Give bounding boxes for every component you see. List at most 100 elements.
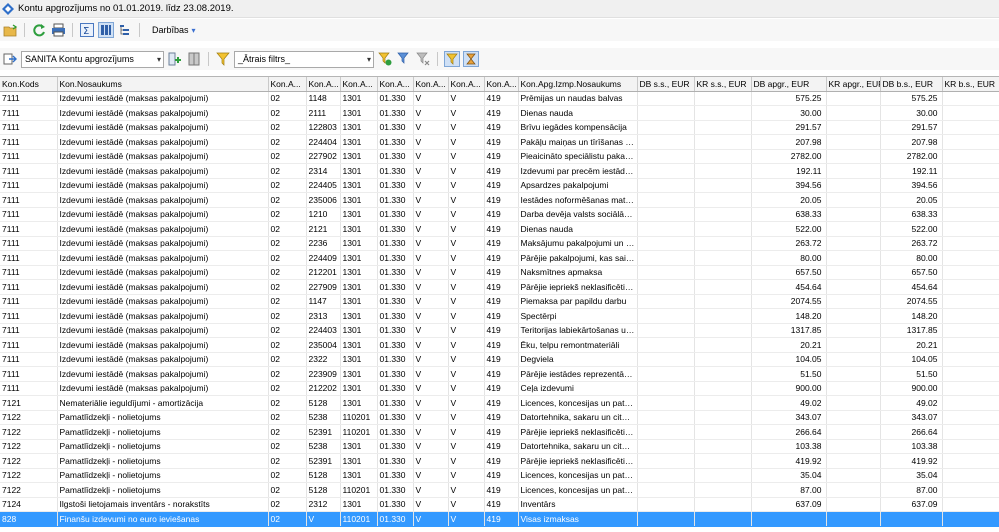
table-cell: 828: [0, 511, 58, 527]
hourglass-icon[interactable]: [463, 51, 479, 67]
table-cell: Ilgstoši lietojamais inventārs - norakst…: [57, 497, 269, 512]
table-cell: [637, 323, 695, 338]
table-cell: Brīvu iegādes kompensācija: [518, 120, 638, 135]
table-row[interactable]: 7122 Pamatlīdzekļi - nolietojums 02 52391 11…: [0, 424, 999, 440]
account-turnover-table: Kon.Kods Kon.Nosaukums Kon.A... Kon.A... Kon…: [0, 77, 999, 527]
table-cell: [826, 149, 881, 164]
columns-icon[interactable]: [98, 22, 114, 38]
column-header[interactable]: Kon.A...: [377, 77, 414, 92]
table-row[interactable]: 7121 Nemateriālie ieguldījumi - amortizāc…: [0, 395, 999, 411]
table-row[interactable]: 7111 Izdevumi iestādē (maksas pakalpojumi…: [0, 221, 999, 237]
table-cell: [694, 221, 752, 237]
report-arrow-icon[interactable]: [2, 51, 18, 67]
table-row[interactable]: 7111 Izdevumi iestādē (maksas pakalpojumi…: [0, 207, 999, 222]
column-header[interactable]: Kon.Apg.Izmp.Nosaukums: [518, 77, 638, 92]
column-header[interactable]: Kon.A...: [340, 77, 378, 92]
filter-edit-icon[interactable]: [396, 51, 412, 67]
table-cell: [826, 453, 881, 469]
table-cell: [942, 453, 999, 469]
table-row[interactable]: 7122 Pamatlīdzekļi - nolietojums 02 5128 130…: [0, 468, 999, 483]
table-cell: 5238: [306, 410, 341, 425]
column-header[interactable]: Kon.A...: [413, 77, 449, 92]
column-header[interactable]: KR s.s., EUR: [694, 77, 752, 92]
table-row[interactable]: 7111 Izdevumi iestādē (maksas pakalpojumi…: [0, 149, 999, 164]
table-row[interactable]: 7111 Izdevumi iestādē (maksas pakalpojumi…: [0, 134, 999, 150]
table-row[interactable]: 7111 Izdevumi iestādē (maksas pakalpojumi…: [0, 308, 999, 324]
table-row[interactable]: 7122 Pamatlīdzekļi - nolietojums 02 5238 110…: [0, 410, 999, 425]
table-cell: 02: [268, 192, 307, 208]
table-row[interactable]: 7122 Pamatlīdzekļi - nolietojums 02 5238 130…: [0, 439, 999, 454]
sort-filter-icon[interactable]: [444, 51, 460, 67]
table-row[interactable]: 7111 Izdevumi iestādē (maksas pakalpojumi…: [0, 250, 999, 266]
actions-menu-button[interactable]: Darbības ▾: [152, 25, 196, 35]
table-cell: 20.05: [880, 192, 943, 208]
table-cell: [694, 120, 752, 135]
column-header[interactable]: KR apgr., EUR: [826, 77, 881, 92]
table-row[interactable]: 7122 Pamatlīdzekļi - nolietojums 02 5128 110…: [0, 482, 999, 498]
column-header[interactable]: Kon.A...: [448, 77, 485, 92]
table-row[interactable]: 7111 Izdevumi iestādē (maksas pakalpojumi…: [0, 337, 999, 353]
print-icon[interactable]: [50, 22, 66, 38]
table-row[interactable]: 7124 Ilgstoši lietojamais inventārs - nor…: [0, 497, 999, 512]
table-row[interactable]: 828 Finanšu izdevumi no euro ieviešanas 02…: [0, 511, 999, 527]
tree-view-icon[interactable]: [117, 22, 133, 38]
filter-clear-icon[interactable]: [415, 51, 431, 67]
table-row[interactable]: 7111 Izdevumi iestādē (maksas pakalpojumi…: [0, 366, 999, 382]
table-row[interactable]: 7111 Izdevumi iestādē (maksas pakalpojumi…: [0, 352, 999, 367]
column-header[interactable]: Kon.Nosaukums: [57, 77, 269, 92]
table-cell: 343.07: [751, 410, 827, 425]
window-titlebar: Kontu apgrozījums no 01.01.2019. līdz 23…: [0, 0, 999, 18]
column-header[interactable]: Kon.A...: [484, 77, 519, 92]
table-cell: [880, 511, 943, 527]
table-cell: 7122: [0, 468, 58, 483]
table-row[interactable]: 7111 Izdevumi iestādē (maksas pakalpojumi…: [0, 91, 999, 106]
table-row[interactable]: 7111 Izdevumi iestādē (maksas pakalpojumi…: [0, 294, 999, 309]
table-row[interactable]: 7111 Izdevumi iestādē (maksas pakalpojumi…: [0, 236, 999, 251]
table-cell: 01.330: [377, 149, 414, 164]
table-cell: 02: [268, 381, 307, 396]
table-cell: 02: [268, 439, 307, 454]
table-cell: [942, 511, 999, 527]
table-row[interactable]: 7111 Izdevumi iestādē (maksas pakalpojumi…: [0, 279, 999, 295]
table-cell: [694, 294, 752, 309]
table-row[interactable]: 7111 Izdevumi iestādē (maksas pakalpojumi…: [0, 265, 999, 280]
table-cell: 419: [484, 424, 519, 440]
table-row[interactable]: 7111 Izdevumi iestādē (maksas pakalpojumi…: [0, 192, 999, 208]
table-cell: [637, 192, 695, 208]
filter-apply-icon[interactable]: [377, 51, 393, 67]
column-header[interactable]: DB apgr., EUR: [751, 77, 827, 92]
column-header[interactable]: Kon.A...: [268, 77, 307, 92]
filter-icon[interactable]: [215, 51, 231, 67]
column-header[interactable]: Kon.A...: [306, 77, 341, 92]
table-row[interactable]: 7111 Izdevumi iestādē (maksas pakalpojumi…: [0, 381, 999, 396]
table-row[interactable]: 7122 Pamatlīdzekļi - nolietojums 02 52391 13…: [0, 453, 999, 469]
refresh-icon[interactable]: [31, 22, 47, 38]
quick-filter-select[interactable]: _Ātrais filtrs_ ▾: [234, 50, 374, 68]
book-icon[interactable]: [186, 51, 202, 67]
account-report-select[interactable]: SANITA Kontu apgrozījums ▾: [21, 50, 164, 68]
table-cell: V: [448, 120, 485, 135]
add-report-icon[interactable]: [167, 51, 183, 67]
table-row[interactable]: 7111 Izdevumi iestādē (maksas pakalpojumi…: [0, 323, 999, 338]
table-row[interactable]: 7111 Izdevumi iestādē (maksas pakalpojumi…: [0, 120, 999, 135]
table-cell: V: [413, 134, 449, 150]
table-row[interactable]: 7111 Izdevumi iestādē (maksas pakalpojumi…: [0, 178, 999, 193]
table-cell: 104.05: [751, 352, 827, 367]
column-header[interactable]: Kon.Kods: [0, 77, 58, 92]
column-header[interactable]: DB b.s., EUR: [880, 77, 943, 92]
table-cell: V: [448, 265, 485, 280]
table-cell: 419: [484, 120, 519, 135]
table-row[interactable]: 7111 Izdevumi iestādē (maksas pakalpojumi…: [0, 163, 999, 179]
open-folder-icon[interactable]: [2, 22, 18, 38]
table-cell: 291.57: [751, 120, 827, 135]
table-cell: 7111: [0, 134, 58, 150]
table-cell: 575.25: [880, 91, 943, 106]
filter-toolbar: SANITA Kontu apgrozījums ▾ _Ātrais filtr…: [0, 48, 999, 70]
table-row[interactable]: 7111 Izdevumi iestādē (maksas pakalpojumi…: [0, 105, 999, 121]
table-cell: V: [448, 453, 485, 469]
account-turnover-grid[interactable]: Kon.Kods Kon.Nosaukums Kon.A... Kon.A... Kon…: [0, 76, 999, 532]
sum-icon[interactable]: Σ: [79, 22, 95, 38]
table-cell: [694, 337, 752, 353]
column-header[interactable]: DB s.s., EUR: [637, 77, 695, 92]
column-header[interactable]: KR b.s., EUR: [942, 77, 999, 92]
